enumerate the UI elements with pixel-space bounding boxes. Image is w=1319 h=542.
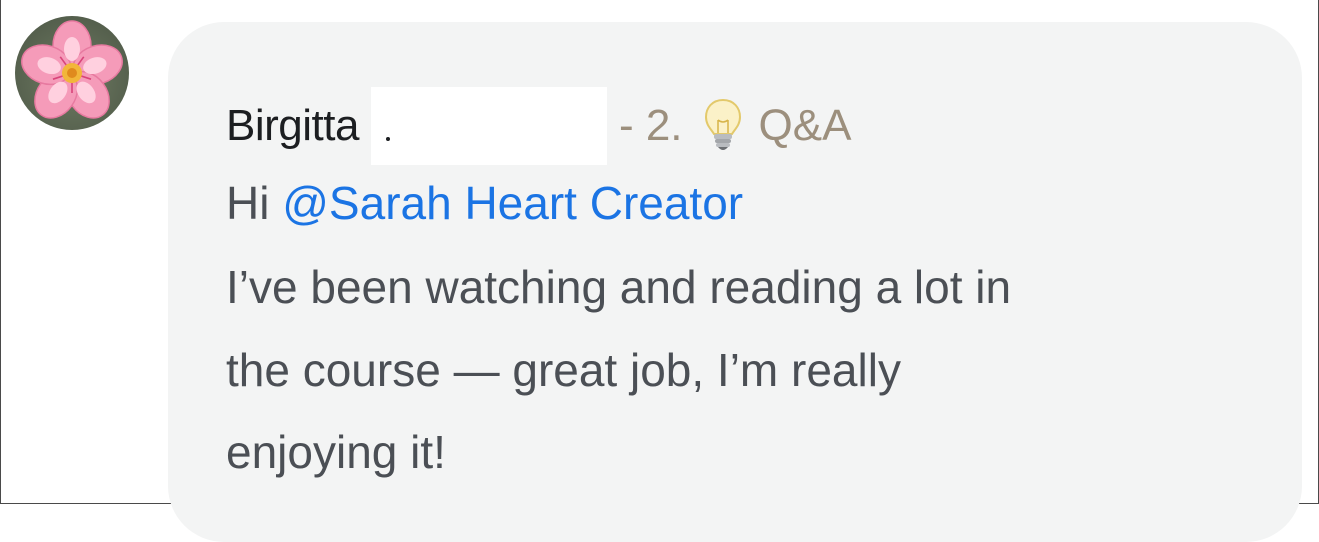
comment-meta: - 2. Q&A [618,96,852,156]
cherry-blossom-icon [21,20,123,119]
category-label[interactable]: Q&A [759,101,852,151]
comment-header: Birgitta - 2. Q&A [226,87,852,165]
greeting-line: Hi @Sarah Heart Creator [226,176,743,230]
lightbulb-icon [703,96,743,156]
comment-body-line: I’ve been watching and reading a lot in [226,261,1012,313]
avatar[interactable] [15,16,129,130]
author-name[interactable]: Birgitta [226,101,359,151]
greeting-word: Hi [226,177,270,229]
comment-body-line: the course — great job, I’m really [226,344,901,396]
meta-index: - 2. [618,101,683,150]
mention-link[interactable]: @Sarah Heart Creator [282,177,743,229]
comment-body-line: enjoying it! [226,426,446,478]
redaction-dot [385,137,390,141]
redacted-surname [370,87,607,165]
